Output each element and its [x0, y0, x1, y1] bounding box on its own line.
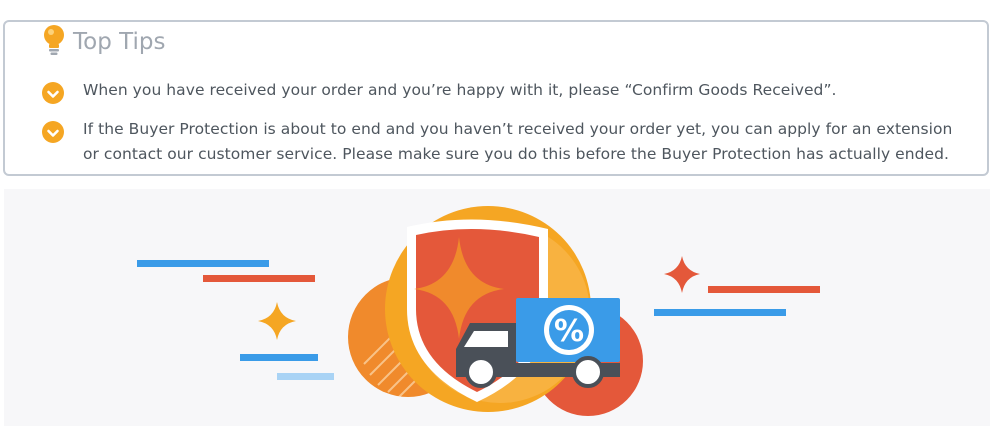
speed-line [240, 354, 318, 361]
sparkle-icon [258, 302, 296, 340]
buyer-protection-illustration: % [4, 189, 990, 426]
speed-line [654, 309, 786, 316]
truck-wheel [465, 356, 497, 388]
check-badge-icon [42, 82, 64, 104]
check-badge-icon [42, 121, 64, 143]
speed-line [203, 275, 315, 282]
tip-item: When you have received your order and yo… [42, 78, 962, 104]
lightbulb-icon [43, 24, 65, 60]
speed-line [277, 373, 334, 380]
section-title: Top Tips [73, 29, 166, 55]
percent-symbol: % [554, 314, 584, 349]
tip-list: When you have received your order and yo… [42, 78, 962, 181]
speed-line [137, 260, 269, 267]
speed-line [708, 286, 820, 293]
tip-item: If the Buyer Protection is about to end … [42, 117, 962, 167]
top-tips-panel: Top Tips When you have received your ord… [3, 20, 989, 176]
tip-text: When you have received your order and yo… [83, 81, 837, 99]
sparkle-icon [664, 256, 700, 293]
top-tips-header: Top Tips [35, 24, 172, 60]
tip-text: If the Buyer Protection is about to end … [83, 120, 953, 163]
truck-wheel [572, 356, 604, 388]
